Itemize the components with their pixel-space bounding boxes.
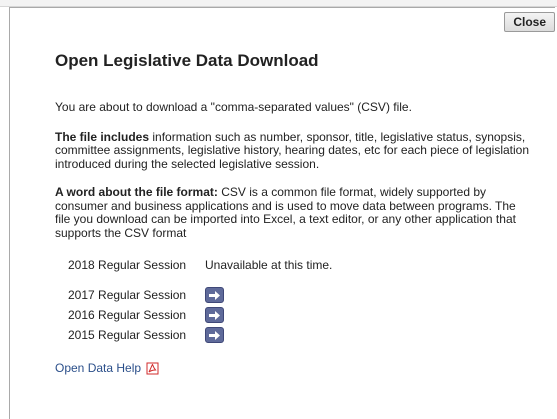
- dialog-content: Open Legislative Data Download You are a…: [55, 51, 533, 375]
- intro-text: You are about to download a "comma-separ…: [55, 100, 412, 114]
- format-paragraph: A word about the file format: CSV is a c…: [55, 185, 533, 240]
- session-row-2018: 2018 Regular Session Unavailable at this…: [68, 255, 533, 275]
- includes-paragraph: The file includes information such as nu…: [55, 129, 533, 172]
- close-button[interactable]: Close: [504, 12, 555, 32]
- arrow-right-icon: [209, 310, 220, 320]
- arrow-right-icon: [209, 330, 220, 340]
- pdf-icon[interactable]: [146, 362, 159, 375]
- arrow-right-icon: [209, 290, 220, 300]
- download-2017-button[interactable]: [205, 287, 224, 303]
- open-data-help-link[interactable]: Open Data Help: [55, 361, 141, 375]
- help-row: Open Data Help: [55, 361, 533, 375]
- session-label: 2017 Regular Session: [68, 288, 187, 302]
- session-label: 2016 Regular Session: [68, 308, 187, 322]
- session-status: Unavailable at this time.: [205, 258, 333, 272]
- session-row-2016: 2016 Regular Session: [68, 305, 533, 325]
- download-2015-button[interactable]: [205, 327, 224, 343]
- session-list: 2018 Regular Session Unavailable at this…: [68, 255, 533, 345]
- session-label: 2015 Regular Session: [68, 328, 187, 342]
- includes-heading: The file includes: [55, 129, 150, 144]
- session-row-2015: 2015 Regular Session: [68, 325, 533, 345]
- dialog-title: Open Legislative Data Download: [55, 51, 319, 70]
- download-dialog: Close Open Legislative Data Download You…: [9, 7, 555, 419]
- session-label: 2018 Regular Session: [68, 258, 187, 272]
- background-window-strip: [0, 0, 557, 7]
- format-heading: A word about the file format:: [55, 185, 218, 199]
- download-2016-button[interactable]: [205, 307, 224, 323]
- session-row-2017: 2017 Regular Session: [68, 285, 533, 305]
